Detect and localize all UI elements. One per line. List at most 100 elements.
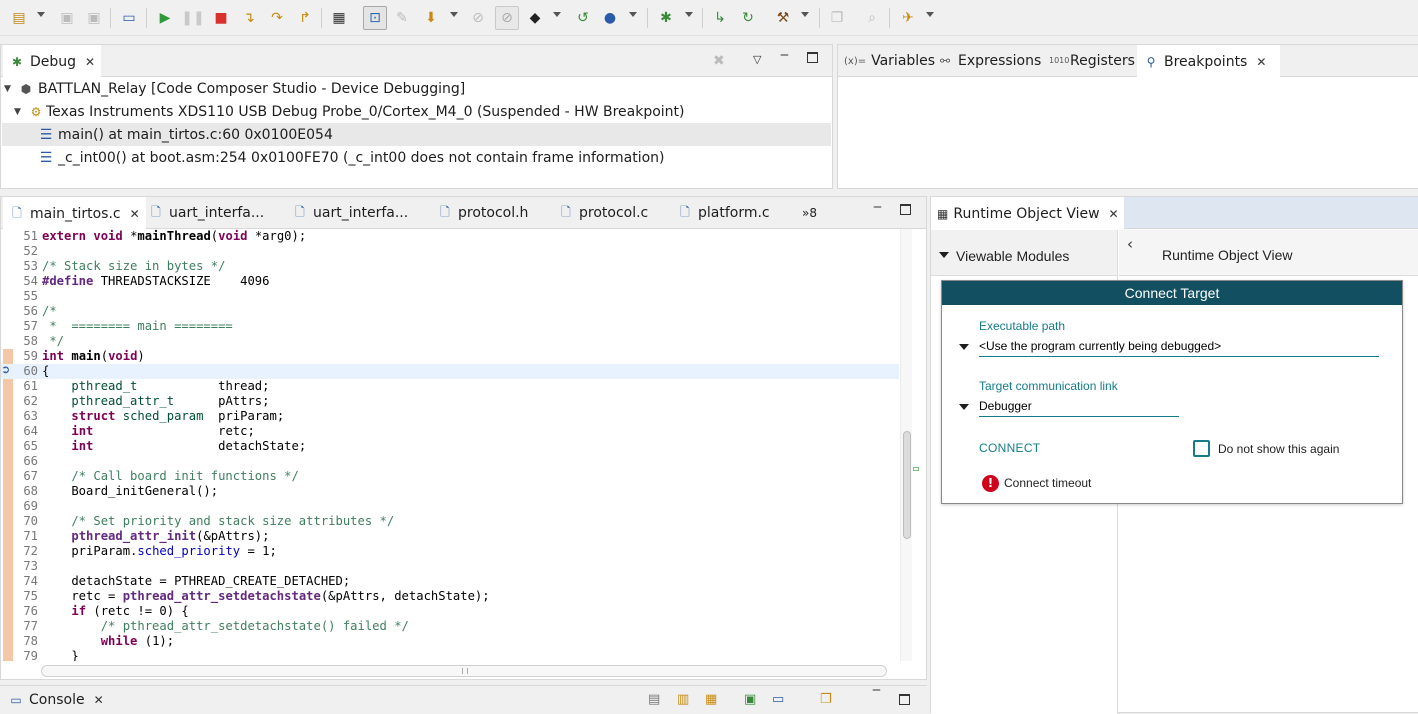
code-line[interactable]: 67 /* Call board init functions */ (1, 469, 899, 484)
chip-dropdown[interactable] (553, 12, 561, 17)
run-dropdown[interactable] (926, 12, 934, 17)
link-select[interactable]: Debugger (979, 397, 1179, 417)
refresh-icon[interactable]: ↻ (738, 8, 758, 28)
registers-icon[interactable]: ⊡ (363, 6, 387, 30)
hammer-icon[interactable]: ⚒ (773, 8, 793, 28)
code-line[interactable]: 52 (1, 244, 899, 259)
step-over-icon[interactable]: ↷ (267, 8, 287, 28)
tab-console[interactable]: ▭ Console ✕ (2, 686, 110, 714)
save-all-icon[interactable]: ▣ (84, 8, 104, 28)
code-line[interactable]: 71 pthread_attr_init(&pAttrs); (1, 529, 899, 544)
tab-overflow[interactable]: »8 (796, 197, 823, 229)
display-console-icon[interactable]: ▭ (772, 692, 784, 707)
caret-down-icon[interactable] (959, 404, 969, 410)
tree-row-frame-cint[interactable]: ☰ _c_int00() at boot.asm:254 0x0100FE70 … (1, 146, 832, 169)
reset-icon[interactable]: ↺ (573, 8, 593, 28)
close-icon[interactable]: ✕ (130, 207, 140, 221)
tree-row-frame-main[interactable]: ☰ main() at main_tirtos.c:60 0x0100E054 (2, 123, 831, 146)
code-line[interactable]: 56 /* (1, 304, 899, 319)
chip-icon[interactable]: ◆ (525, 8, 545, 28)
tab-variables[interactable]: (x)= Variables (838, 45, 941, 77)
load-icon[interactable]: ⬇ (421, 8, 441, 28)
code-line[interactable]: 79 } (1, 649, 899, 661)
step-icon[interactable]: ↳ (710, 8, 730, 28)
code-line[interactable]: 72 priParam.sched_priority = 1; (1, 544, 899, 559)
close-icon[interactable]: ✕ (94, 693, 104, 707)
code-line[interactable]: 57 * ======== main ======== (1, 319, 899, 334)
close-icon[interactable]: ✕ (1256, 55, 1266, 69)
build-icon[interactable]: ● (600, 8, 620, 28)
tab-runtime-object-view[interactable]: ▦ Runtime Object View ✕ (931, 197, 1124, 229)
open-console-icon[interactable]: ❐ (820, 692, 832, 707)
scrollbar-thumb[interactable] (903, 431, 911, 539)
debug-view-icon[interactable]: ▭ (119, 8, 139, 28)
code-editor[interactable]: 51 extern void *mainThread(void *arg0); 52… (1, 229, 899, 661)
copy-icon[interactable]: ❐ (827, 8, 847, 28)
clear-console-icon[interactable]: ▤ (648, 692, 660, 707)
tab-uart-interface-1[interactable]: 🗋 uart_interfa... (142, 197, 270, 229)
new-icon[interactable]: ▤ (9, 8, 29, 28)
code-line[interactable]: 60{ (1, 364, 899, 379)
new-dropdown[interactable] (37, 12, 45, 17)
resume-icon[interactable]: ▶ (155, 8, 175, 28)
run-icon[interactable]: ✈ (898, 8, 918, 28)
do-not-show-checkbox[interactable] (1193, 440, 1210, 457)
suspend-icon[interactable]: ❚❚ (181, 8, 204, 28)
tab-debug[interactable]: ✱ Debug ✕ (3, 45, 102, 77)
view-menu-icon[interactable]: ▽ (753, 53, 761, 66)
code-line[interactable]: 58 */ (1, 334, 899, 349)
breakpoint-icon[interactable]: ✎ (392, 8, 412, 28)
close-icon[interactable]: ✕ (85, 55, 95, 69)
build-dropdown[interactable] (629, 12, 637, 17)
close-icon[interactable]: ✕ (1109, 207, 1119, 221)
tree-row-probe[interactable]: ▼ ⚙ Texas Instruments XDS110 USB Debug P… (1, 100, 832, 123)
tab-expressions[interactable]: ⚯ Expressions (931, 45, 1047, 77)
step-into-icon[interactable]: ↴ (239, 8, 259, 28)
code-line[interactable]: 64 int retc; (1, 424, 899, 439)
scrollbar-thumb[interactable] (462, 668, 468, 674)
viewable-modules-header[interactable]: Viewable Modules (931, 230, 1117, 276)
save-icon[interactable]: ▣ (57, 8, 77, 28)
caret-down-icon[interactable] (959, 344, 969, 350)
debug-bug-icon[interactable]: ✱ (656, 8, 676, 28)
tab-protocol-c[interactable]: 🗋 protocol.c (552, 197, 654, 229)
back-icon[interactable]: ‹ (1127, 235, 1133, 253)
code-line[interactable]: 55 (1, 289, 899, 304)
code-line[interactable]: 70 /* Set priority and stack size attrib… (1, 514, 899, 529)
code-line[interactable]: 68 Board_initGeneral(); (1, 484, 899, 499)
hammer-dropdown[interactable] (801, 12, 809, 17)
editor-horizontal-scrollbar[interactable] (41, 665, 887, 677)
code-line[interactable]: 75 retc = pthread_attr_setdetachstate(&p… (1, 589, 899, 604)
tab-platform-c[interactable]: 🗋 platform.c (671, 197, 776, 229)
maximize-icon[interactable] (900, 204, 911, 215)
code-line[interactable]: 78 while (1); (1, 634, 899, 649)
code-line[interactable]: 54 #define THREADSTACKSIZE 4096 (1, 274, 899, 289)
tab-registers[interactable]: 1010 Registers (1043, 45, 1141, 77)
minimize-icon[interactable]: ‒ (872, 682, 881, 698)
remove-all-icon[interactable]: ✖ (713, 53, 725, 69)
tab-protocol-h[interactable]: 🗋 protocol.h (431, 197, 534, 229)
code-line[interactable]: 69 (1, 499, 899, 514)
search-icon[interactable]: ⌕ (862, 8, 882, 28)
code-line[interactable]: 76 if (retc != 0) { (1, 604, 899, 619)
code-line[interactable]: 53 /* Stack size in bytes */ (1, 259, 899, 274)
word-wrap-icon[interactable]: ▦ (705, 692, 717, 707)
load-dropdown[interactable] (450, 12, 458, 17)
scroll-lock-icon[interactable]: ▥ (677, 692, 689, 707)
pin-console-icon[interactable]: ▣ (744, 692, 756, 707)
code-line[interactable]: 61 pthread_t thread; (1, 379, 899, 394)
terminate-icon[interactable]: ■ (211, 8, 231, 28)
expand-icon[interactable]: ▼ (4, 84, 14, 94)
editor-vertical-scrollbar[interactable] (900, 229, 912, 661)
maximize-icon[interactable] (807, 52, 818, 63)
grid-icon[interactable]: ▦ (329, 8, 349, 28)
debug-dropdown[interactable] (685, 12, 693, 17)
executable-path-select[interactable]: <Use the program currently being debugge… (979, 337, 1379, 357)
expand-icon[interactable]: ▼ (14, 107, 24, 117)
code-line[interactable]: 73 (1, 559, 899, 574)
code-line[interactable]: 65 int detachState; (1, 439, 899, 454)
tab-uart-interface-2[interactable]: 🗋 uart_interfa... (286, 197, 414, 229)
minimize-icon[interactable]: ‒ (780, 47, 789, 63)
code-line[interactable]: 59 int main(void) (1, 349, 899, 364)
code-line[interactable]: 62 pthread_attr_t pAttrs; (1, 394, 899, 409)
